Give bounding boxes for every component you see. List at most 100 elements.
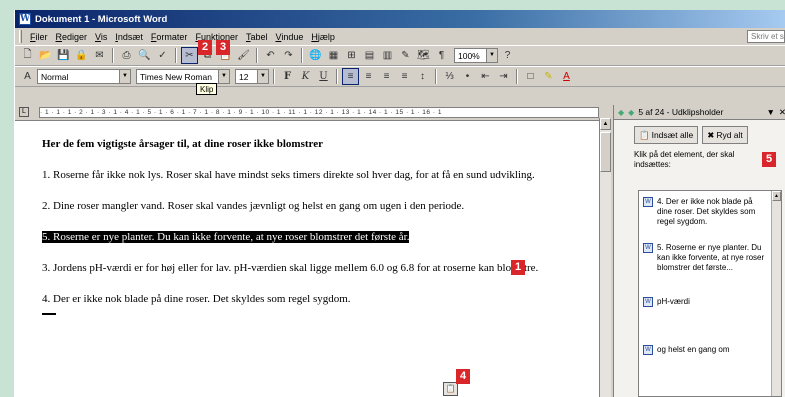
paste-options-icon[interactable]: 📋 — [443, 382, 458, 396]
menu-indsaet[interactable]: Indsæt — [111, 32, 147, 42]
spelling-icon[interactable]: ✓ — [154, 47, 171, 64]
paste-all-label: Indsæt alle — [651, 130, 694, 140]
word-document-icon: W — [643, 297, 653, 307]
zoom-dropdown[interactable]: 100% ▼ — [454, 48, 498, 63]
line-spacing-icon[interactable]: ↕ — [414, 68, 431, 85]
insert-table-icon[interactable]: ⊞ — [343, 47, 360, 64]
clipboard-item-text: og helst en gang om — [657, 345, 730, 354]
menu-tabel[interactable]: Tabel — [242, 32, 272, 42]
print-preview-icon[interactable]: 🔍 — [136, 47, 153, 64]
show-hide-icon[interactable]: ¶ — [433, 47, 450, 64]
toolbar-separator — [435, 69, 437, 84]
font-value: Times New Roman — [140, 71, 212, 82]
back-icon[interactable]: ◆ — [618, 108, 624, 117]
style-dropdown[interactable]: Normal ▼ — [37, 69, 131, 84]
underline-icon[interactable]: U — [315, 68, 332, 85]
border-icon[interactable]: □ — [522, 68, 539, 85]
menu-hjaelp[interactable]: Hjælp — [307, 32, 339, 42]
clipboard-items-list: W 4. Der er ikke nok blade på dine roser… — [638, 190, 782, 397]
clipboard-task-pane: ◆ ◆ 5 af 24 - Udklipsholder ▼ ✕ 📋Indsæt … — [613, 105, 785, 397]
clipboard-item-text: 5. Roserne er nye planter. Du kan ikke f… — [657, 243, 765, 272]
font-size-dropdown[interactable]: 12 ▼ — [235, 69, 269, 84]
format-painter-icon[interactable]: 🖌 — [235, 47, 252, 64]
open-folder-icon[interactable]: 📂 — [37, 47, 54, 64]
hyperlink-icon[interactable]: 🌐 — [307, 47, 324, 64]
chevron-down-icon: ▼ — [486, 49, 497, 62]
ask-question-box[interactable]: Skriv et spørgsmål — [747, 30, 785, 43]
callout-badge-4: 4 — [456, 369, 470, 384]
menu-vis[interactable]: Vis — [91, 32, 111, 42]
horizontal-ruler[interactable]: · 1 · 1 · 1 · 2 · 1 · 3 · 1 · 4 · 1 · 5 … — [39, 106, 599, 118]
align-right-icon[interactable]: ≡ — [378, 68, 395, 85]
new-document-icon[interactable]: 🗋 — [19, 47, 36, 64]
close-icon[interactable]: ✕ — [779, 107, 785, 118]
permission-icon[interactable]: 🔒 — [73, 47, 90, 64]
menu-vindue[interactable]: Vindue — [271, 32, 307, 42]
justify-icon[interactable]: ≡ — [396, 68, 413, 85]
font-color-icon[interactable]: A — [558, 68, 575, 85]
style-value: Normal — [41, 71, 69, 82]
align-left-icon[interactable]: ≡ — [342, 68, 359, 85]
document-heading: Her de fem vigtigste årsager til, at din… — [42, 138, 323, 150]
scroll-up-icon[interactable]: ▲ — [600, 118, 611, 130]
document-page[interactable]: Her de fem vigtigste årsager til, at din… — [15, 120, 599, 397]
columns-icon[interactable]: ▥ — [379, 47, 396, 64]
italic-icon[interactable]: K — [297, 68, 314, 85]
vertical-scrollbar[interactable]: ▲ — [599, 118, 611, 397]
toolbar-separator — [301, 48, 303, 63]
menu-formater[interactable]: Formater — [147, 32, 192, 42]
numbering-icon[interactable]: ⅓ — [441, 68, 458, 85]
print-icon[interactable]: ⎙ — [118, 47, 135, 64]
selected-text[interactable]: 5. Roserne er nye planter. Du kan ikke f… — [42, 231, 410, 243]
clipboard-scrollbar[interactable]: ▲ — [771, 191, 781, 396]
callout-badge-2: 2 — [198, 40, 212, 55]
toolbar-separator — [336, 69, 338, 84]
callout-badge-3: 3 — [216, 40, 230, 55]
clipboard-item[interactable]: W pH-værdi — [639, 291, 781, 339]
paragraph-1: 1. Roserne får ikke nok lys. Roser skal … — [42, 169, 535, 181]
task-pane-hint: Klik på det element, der skal indsættes: — [634, 150, 735, 169]
paste-all-button[interactable]: 📋 Indsæt alle — [634, 126, 699, 144]
email-icon[interactable]: ✉ — [91, 47, 108, 64]
insert-excel-icon[interactable]: ▤ — [361, 47, 378, 64]
word-document-icon: W — [643, 243, 653, 253]
bold-icon[interactable]: F — [279, 68, 296, 85]
bullets-icon[interactable]: • — [459, 68, 476, 85]
tables-borders-icon[interactable]: ▦ — [325, 47, 342, 64]
task-pane-menu-icon[interactable]: ▼ — [766, 107, 774, 117]
chevron-down-icon: ▼ — [119, 70, 130, 83]
chevron-down-icon: ▼ — [218, 70, 229, 83]
redo-icon[interactable]: ↷ — [280, 47, 297, 64]
align-center-icon[interactable]: ≡ — [360, 68, 377, 85]
increase-indent-icon[interactable]: ⇥ — [495, 68, 512, 85]
scroll-up-icon[interactable]: ▲ — [772, 191, 781, 201]
scroll-thumb[interactable] — [600, 132, 611, 172]
highlight-icon[interactable]: ✎ — [540, 68, 557, 85]
clipboard-item[interactable]: W 4. Der er ikke nok blade på dine roser… — [639, 191, 781, 237]
menu-filer[interactable]: Filer — [26, 32, 52, 42]
font-dropdown[interactable]: Times New Roman ▼ — [136, 69, 230, 84]
title-bar: W Dokument 1 - Microsoft Word — [15, 10, 785, 28]
document-map-icon[interactable]: 🗺 — [415, 47, 432, 64]
menu-rediger[interactable]: Rediger — [52, 32, 92, 42]
toolbar-separator — [273, 69, 275, 84]
help-icon[interactable]: ? — [499, 47, 516, 64]
cut-icon[interactable]: ✂ — [181, 47, 198, 64]
undo-icon[interactable]: ↶ — [262, 47, 279, 64]
decrease-indent-icon[interactable]: ⇤ — [477, 68, 494, 85]
paragraph-4: 4. Der er ikke nok blade på dine roser. … — [42, 293, 351, 305]
forward-icon[interactable]: ◆ — [628, 108, 634, 117]
drawing-icon[interactable]: ✎ — [397, 47, 414, 64]
cut-tooltip: Klip — [196, 83, 218, 95]
clipboard-item[interactable]: W 5. Roserne er nye planter. Du kan ikke… — [639, 237, 781, 291]
styles-pane-icon[interactable]: A — [19, 68, 36, 85]
window-title: Dokument 1 - Microsoft Word — [35, 13, 168, 25]
word-document-icon: W — [643, 197, 653, 207]
clear-all-button[interactable]: ✖ Ryd alt — [702, 126, 748, 144]
zoom-value: 100% — [458, 50, 480, 61]
menu-grip[interactable] — [19, 30, 22, 43]
save-icon[interactable]: 💾 — [55, 47, 72, 64]
word-app-icon: W — [19, 13, 31, 25]
clipboard-item[interactable]: W og helst en gang om — [639, 339, 781, 355]
tab-selector-icon[interactable]: L — [19, 107, 29, 117]
